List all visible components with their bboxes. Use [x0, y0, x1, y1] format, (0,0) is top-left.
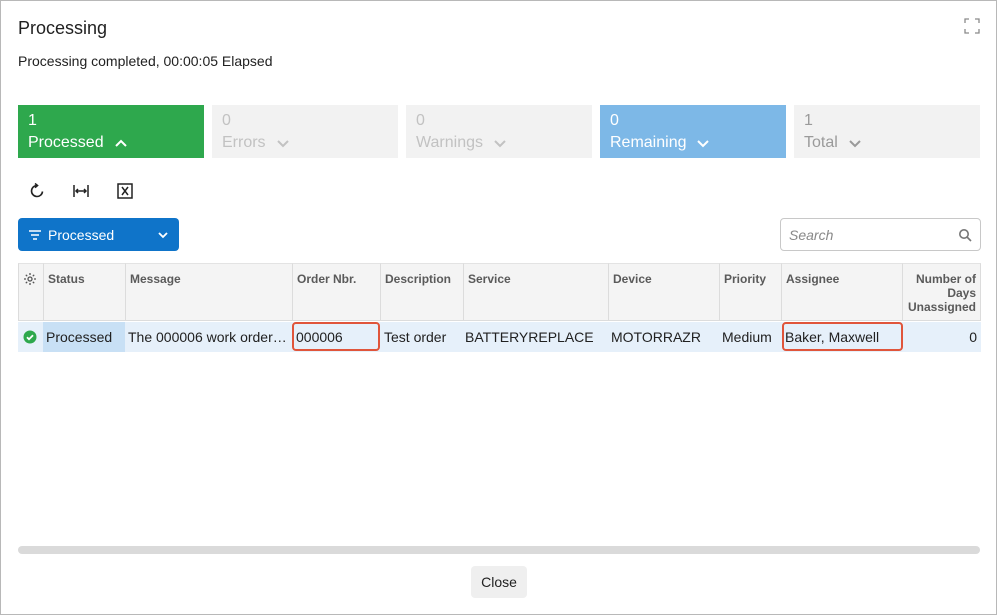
cell-status: Processed: [43, 322, 125, 352]
tile-processed[interactable]: 1 Processed: [18, 105, 204, 158]
search-icon[interactable]: [958, 228, 972, 242]
order-nbr-highlight: [292, 322, 380, 351]
chevron-down-icon: [158, 231, 168, 238]
export-excel-button[interactable]: [115, 181, 135, 201]
tile-count: 0: [222, 112, 231, 129]
cell-days-unassigned: 0: [969, 329, 977, 345]
fit-columns-button[interactable]: [71, 181, 91, 201]
cell-priority: Medium: [722, 329, 772, 345]
refresh-button[interactable]: [27, 181, 47, 201]
column-header-order-nbr[interactable]: Order Nbr.: [292, 263, 380, 321]
filter-icon: [29, 229, 41, 240]
horizontal-scrollbar[interactable]: [18, 546, 980, 554]
column-header-days-unassigned[interactable]: Number of Days Unassigned: [902, 263, 981, 321]
close-button[interactable]: Close: [471, 566, 527, 598]
tile-label: Processed: [28, 134, 104, 151]
processing-dialog: Processing Processing completed, 00:00:0…: [0, 0, 997, 615]
tile-errors[interactable]: 0 Errors: [212, 105, 398, 158]
search-box: [780, 218, 981, 251]
column-header-status[interactable]: Status: [43, 263, 125, 321]
cell-device: MOTORRAZR: [611, 329, 701, 345]
column-header-description[interactable]: Description: [380, 263, 463, 321]
column-header-service[interactable]: Service: [463, 263, 608, 321]
filter-processed-button[interactable]: Processed: [18, 218, 179, 251]
summary-tiles: 1 Processed 0 Errors 0 Warnings 0 Remain…: [18, 105, 980, 158]
processing-status-text: Processing completed, 00:00:05 Elapsed: [18, 53, 273, 69]
tile-count: 0: [610, 112, 619, 129]
column-header-message[interactable]: Message: [125, 263, 292, 321]
cell-description: Test order: [384, 329, 447, 345]
chevron-up-icon: [114, 139, 127, 147]
tile-count: 1: [28, 112, 37, 129]
cell-service: BATTERYREPLACE: [465, 329, 594, 345]
row-status-icon-cell: [18, 322, 43, 352]
chevron-down-icon: [849, 140, 861, 148]
column-header-assignee[interactable]: Assignee: [781, 263, 902, 321]
maximize-icon[interactable]: [964, 18, 980, 34]
assignee-highlight: [782, 322, 903, 351]
tile-label: Warnings: [416, 134, 483, 151]
tile-label: Total: [804, 134, 838, 151]
column-header-device[interactable]: Device: [608, 263, 719, 321]
gear-icon: [24, 273, 36, 285]
fit-columns-icon: [73, 185, 89, 197]
tile-label: Remaining: [610, 134, 687, 151]
chevron-down-icon: [494, 140, 506, 148]
tile-remaining[interactable]: 0 Remaining: [600, 105, 786, 158]
chevron-down-icon: [697, 140, 710, 148]
chevron-down-icon: [276, 140, 289, 148]
dialog-title: Processing: [18, 18, 108, 38]
search-input[interactable]: [789, 226, 958, 243]
grid-toolbar: [27, 181, 135, 201]
check-circle-icon: [23, 330, 37, 344]
column-settings-header[interactable]: [18, 263, 43, 321]
tile-count: 0: [416, 112, 425, 129]
refresh-icon: [30, 182, 44, 198]
tile-warnings[interactable]: 0 Warnings: [406, 105, 592, 158]
tile-total[interactable]: 1 Total: [794, 105, 980, 158]
excel-export-icon: [117, 183, 133, 199]
tile-count: 1: [804, 112, 813, 129]
filter-label: Processed: [48, 226, 115, 243]
tile-label: Errors: [222, 134, 266, 151]
cell-message: The 000006 work order has been successfu…: [128, 329, 292, 345]
column-header-priority[interactable]: Priority: [719, 263, 781, 321]
